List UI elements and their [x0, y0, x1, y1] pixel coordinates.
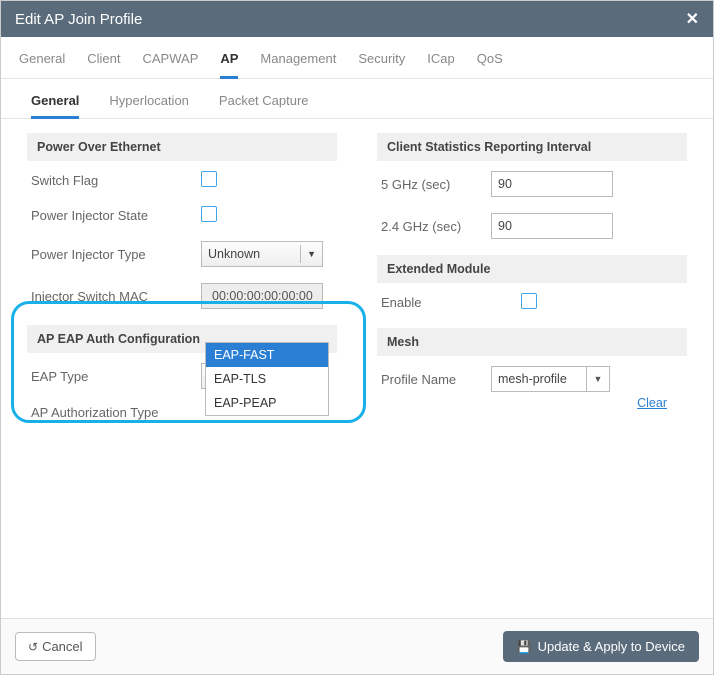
undo-icon: ↺	[28, 640, 38, 654]
switch-flag-checkbox[interactable]	[201, 171, 217, 187]
five-ghz-label: 5 GHz (sec)	[381, 177, 491, 192]
injector-state-label: Power Injector State	[31, 208, 201, 223]
eap-option-fast[interactable]: EAP-FAST	[206, 343, 328, 367]
ext-header: Extended Module	[377, 255, 687, 283]
profile-name-dropdown-toggle[interactable]: ▼	[586, 366, 610, 392]
close-icon[interactable]: ✕	[686, 9, 699, 29]
two-ghz-input[interactable]	[491, 213, 613, 239]
ap-auth-type-label: AP Authorization Type	[31, 405, 201, 420]
footer: ↺ Cancel 💾 Update & Apply to Device	[1, 618, 713, 674]
stats-header: Client Statistics Reporting Interval	[377, 133, 687, 161]
sub-tabs: General Hyperlocation Packet Capture	[1, 79, 713, 119]
eap-type-label: EAP Type	[31, 369, 201, 384]
two-ghz-label: 2.4 GHz (sec)	[381, 219, 491, 234]
injector-type-label: Power Injector Type	[31, 247, 201, 262]
five-ghz-input[interactable]	[491, 171, 613, 197]
top-tabs: General Client CAPWAP AP Management Secu…	[1, 37, 713, 79]
profile-name-label: Profile Name	[381, 372, 491, 387]
tab-icap[interactable]: ICap	[427, 51, 454, 78]
eap-option-peap[interactable]: EAP-PEAP	[206, 391, 328, 415]
injector-type-select[interactable]: Unknown ▼	[201, 241, 323, 267]
switch-flag-label: Switch Flag	[31, 173, 201, 188]
tab-general[interactable]: General	[19, 51, 65, 78]
eap-type-dropdown: EAP-FAST EAP-TLS EAP-PEAP	[205, 342, 329, 416]
tab-capwap[interactable]: CAPWAP	[143, 51, 199, 78]
cancel-label: Cancel	[42, 639, 82, 654]
profile-name-input[interactable]	[491, 366, 586, 392]
ext-enable-checkbox[interactable]	[521, 293, 537, 309]
tab-security[interactable]: Security	[358, 51, 405, 78]
injector-state-checkbox[interactable]	[201, 206, 217, 222]
apply-button[interactable]: 💾 Update & Apply to Device	[503, 631, 699, 662]
injector-type-value: Unknown	[208, 247, 260, 261]
poe-header: Power Over Ethernet	[27, 133, 337, 161]
tab-client[interactable]: Client	[87, 51, 120, 78]
right-column: Client Statistics Reporting Interval 5 G…	[377, 133, 687, 608]
eap-option-tls[interactable]: EAP-TLS	[206, 367, 328, 391]
tab-ap[interactable]: AP	[220, 51, 238, 79]
subtab-general[interactable]: General	[31, 93, 79, 119]
modal-title: Edit AP Join Profile	[15, 11, 142, 28]
edit-ap-join-profile-modal: Edit AP Join Profile ✕ General Client CA…	[0, 0, 714, 675]
cancel-button[interactable]: ↺ Cancel	[15, 632, 96, 661]
tab-management[interactable]: Management	[260, 51, 336, 78]
modal-header: Edit AP Join Profile ✕	[1, 1, 713, 37]
save-icon: 💾	[517, 640, 532, 654]
ext-enable-label: Enable	[381, 295, 521, 310]
injector-mac-label: Injector Switch MAC	[31, 289, 201, 304]
mesh-header: Mesh	[377, 328, 687, 356]
subtab-packet-capture[interactable]: Packet Capture	[219, 93, 309, 118]
injector-mac-field[interactable]: 00:00:00:00:00:00	[201, 283, 323, 309]
chevron-down-icon: ▼	[300, 245, 316, 263]
apply-label: Update & Apply to Device	[538, 639, 685, 654]
clear-link[interactable]: Clear	[377, 396, 667, 410]
subtab-hyperlocation[interactable]: Hyperlocation	[109, 93, 189, 118]
content-area: Power Over Ethernet Switch Flag Power In…	[1, 119, 713, 618]
tab-qos[interactable]: QoS	[477, 51, 503, 78]
